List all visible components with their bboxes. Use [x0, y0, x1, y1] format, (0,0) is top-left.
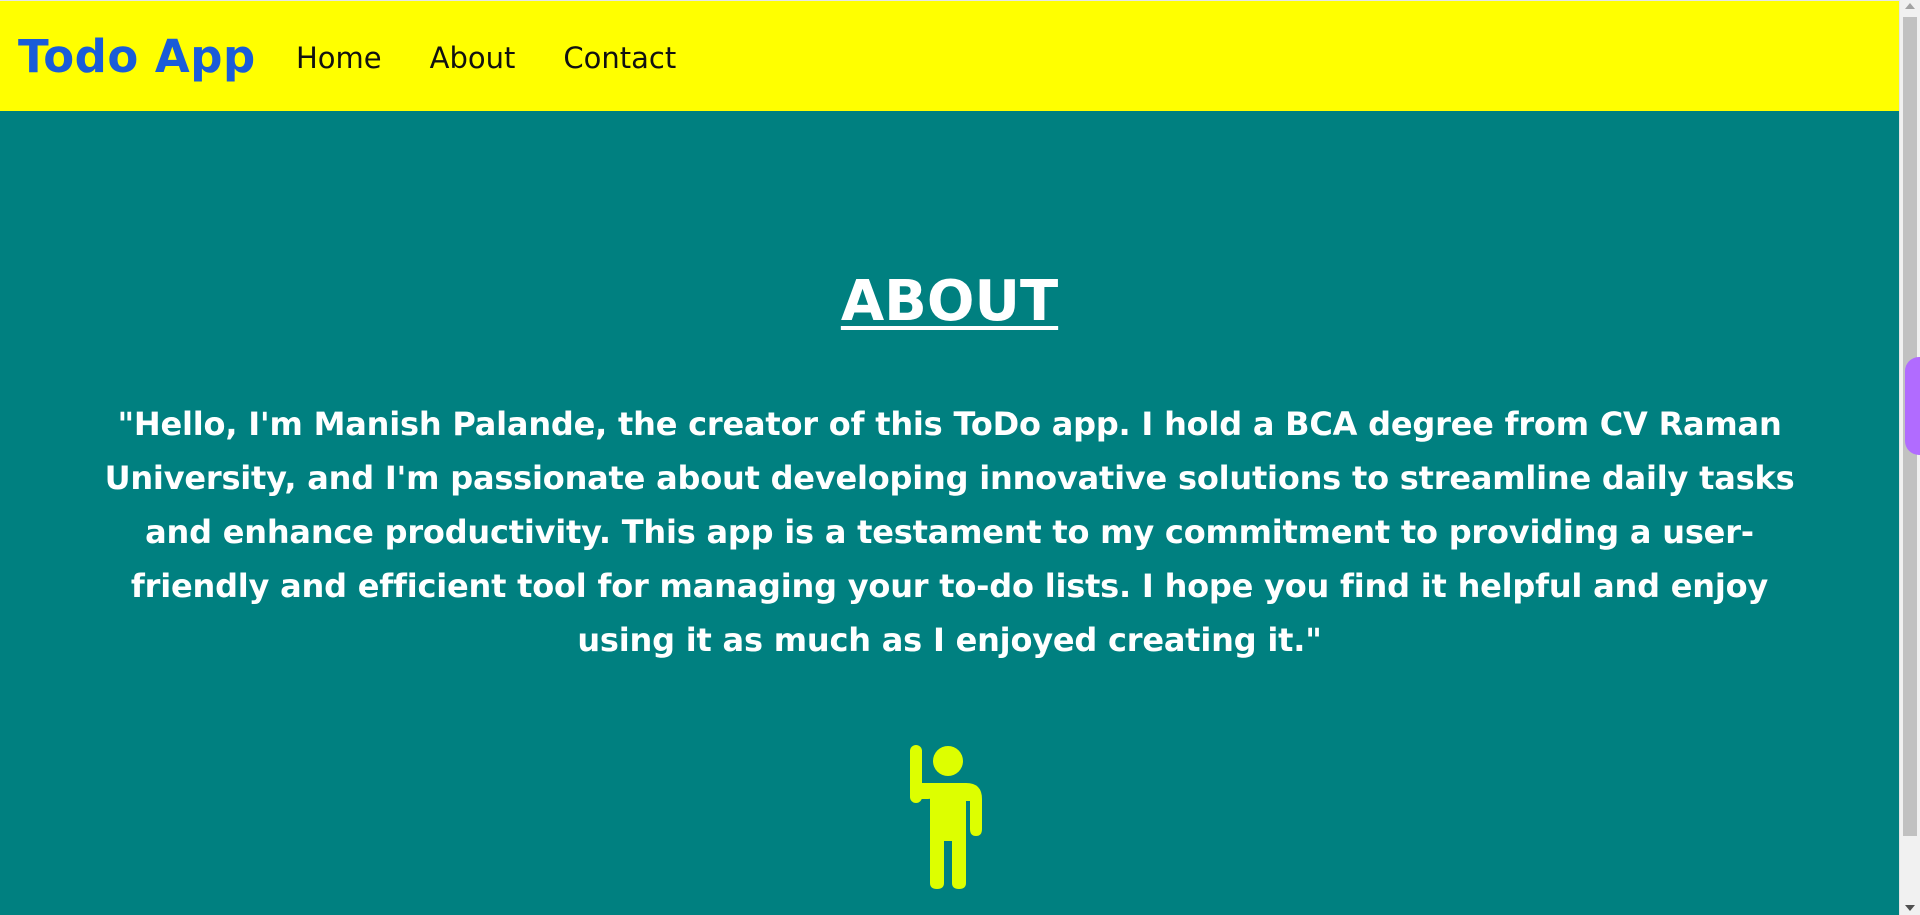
nav-links: Home About Contact [296, 39, 724, 77]
nav-link-contact[interactable]: Contact [563, 39, 676, 77]
navbar: Todo App Home About Contact [0, 0, 1899, 111]
scroll-up-arrow-icon[interactable] [1905, 3, 1915, 9]
person-waving-icon [910, 745, 982, 889]
about-section: ABOUT "Hello, I'm Manish Palande, the cr… [0, 111, 1899, 915]
side-panel-tab[interactable] [1905, 357, 1920, 455]
nav-link-home[interactable]: Home [296, 39, 382, 77]
vertical-scrollbar[interactable] [1899, 0, 1920, 915]
about-paragraph: "Hello, I'm Manish Palande, the creator … [104, 405, 1795, 659]
brand-logo-link[interactable]: Todo App [18, 29, 256, 85]
scroll-down-arrow-icon[interactable] [1905, 905, 1915, 911]
page-viewport: Todo App Home About Contact ABOUT "Hello… [0, 0, 1899, 915]
nav-link-about[interactable]: About [430, 39, 516, 77]
about-heading: ABOUT [840, 269, 1059, 334]
